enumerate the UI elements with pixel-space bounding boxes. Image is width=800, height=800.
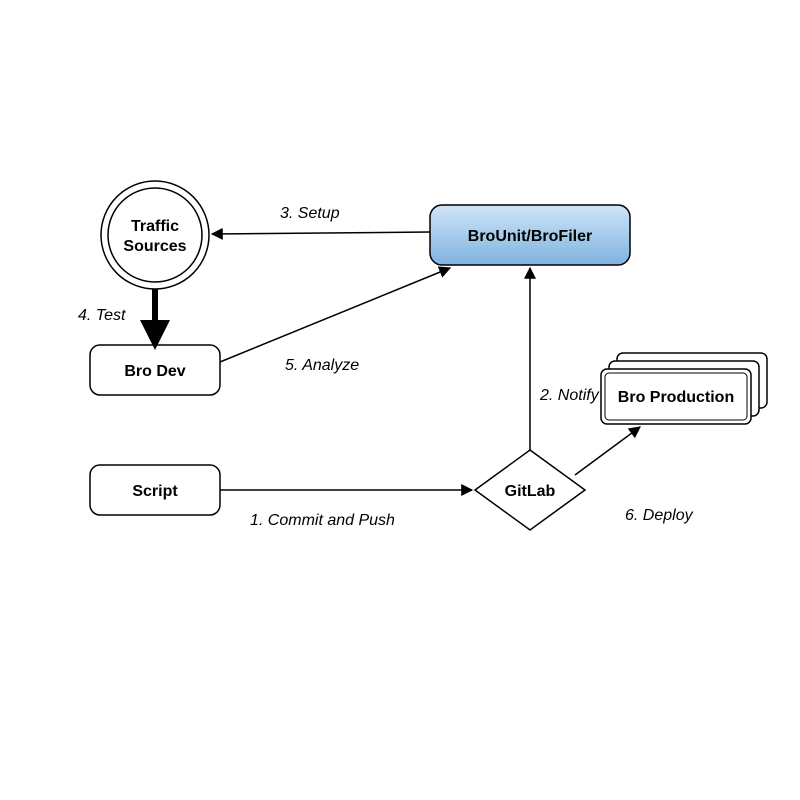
edge-analyze-label: 5. Analyze [285,357,359,374]
diagram-canvas: Traffic Sources BroUnit/BroFiler Bro Dev… [0,0,800,800]
edge-deploy-label: 6. Deploy [625,507,694,524]
edge-commit: 1. Commit and Push [220,490,472,529]
edge-test-label: 4. Test [78,307,126,324]
node-bro-dev: Bro Dev [90,345,220,395]
gitlab-label: GitLab [505,483,556,500]
edge-setup-label: 3. Setup [280,205,340,222]
edge-notify-label: 2. Notify [539,387,600,404]
edge-notify: 2. Notify [530,268,600,450]
node-script: Script [90,465,220,515]
brounit-label: BroUnit/BroFiler [468,228,592,245]
traffic-sources-label-1: Traffic [131,218,179,235]
edge-deploy: 6. Deploy [575,427,694,524]
traffic-sources-label-2: Sources [123,238,186,255]
edge-test: 4. Test [78,289,155,338]
edge-commit-label: 1. Commit and Push [250,512,395,529]
script-label: Script [132,483,178,500]
node-gitlab: GitLab [475,450,585,530]
bro-dev-label: Bro Dev [124,363,185,380]
node-bro-production: Bro Production [601,353,767,424]
edge-setup: 3. Setup [212,205,430,234]
edge-analyze: 5. Analyze [220,268,450,374]
node-brounit-brofiler: BroUnit/BroFiler [430,205,630,265]
node-traffic-sources: Traffic Sources [101,181,209,289]
bro-production-label: Bro Production [618,389,734,406]
